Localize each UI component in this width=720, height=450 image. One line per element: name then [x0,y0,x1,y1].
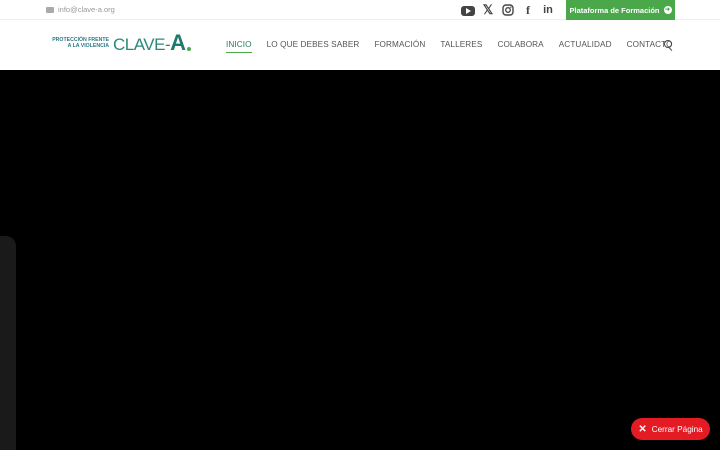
nav-item-colabora[interactable]: COLABORA [497,40,543,53]
training-platform-label: Plataforma de Formación [569,5,660,15]
side-panel-tab[interactable] [0,236,16,450]
top-bar: info@clave-a.org 𝕏 f in Plataforma de Fo… [0,0,720,20]
training-platform-button[interactable]: Plataforma de Formación ➜ [566,0,675,20]
envelope-icon [46,6,54,13]
nav-item-talleres[interactable]: TALLERES [440,40,482,53]
close-icon: ✕ [638,423,647,435]
search-icon[interactable] [664,40,672,48]
site-logo[interactable]: PROTECCIÓN FRENTE A LA VIOLENCIA CLAVE-A [45,30,191,56]
logo-dot [186,47,191,51]
hero-video-area [0,70,720,450]
nav-item-formacion[interactable]: FORMACIÓN [374,40,425,53]
close-page-button[interactable]: ✕ Cerrar Página [631,418,710,440]
close-page-label: Cerrar Página [651,424,703,434]
nav-item-actualidad[interactable]: ACTUALIDAD [559,40,612,53]
social-links: 𝕏 f in [458,2,558,17]
logo-brand: CLAVE-A [113,30,186,55]
email-text: info@clave-a.org [58,5,115,14]
linkedin-icon[interactable]: in [538,3,558,17]
logo-tagline: PROTECCIÓN FRENTE A LA VIOLENCIA [52,37,109,49]
main-nav: INICIO LO QUE DEBES SABER FORMACIÓN TALL… [226,40,688,53]
nav-item-lo-que-debes-saber[interactable]: LO QUE DEBES SABER [267,40,360,53]
instagram-icon[interactable] [498,3,518,17]
arrow-right-circle-icon: ➜ [663,6,672,14]
email-link[interactable]: info@clave-a.org [46,5,115,14]
nav-item-inicio[interactable]: INICIO [226,40,252,53]
youtube-icon[interactable] [458,3,478,17]
facebook-icon[interactable]: f [518,3,538,17]
site-header: PROTECCIÓN FRENTE A LA VIOLENCIA CLAVE-A… [0,20,720,70]
x-twitter-icon[interactable]: 𝕏 [478,2,498,17]
